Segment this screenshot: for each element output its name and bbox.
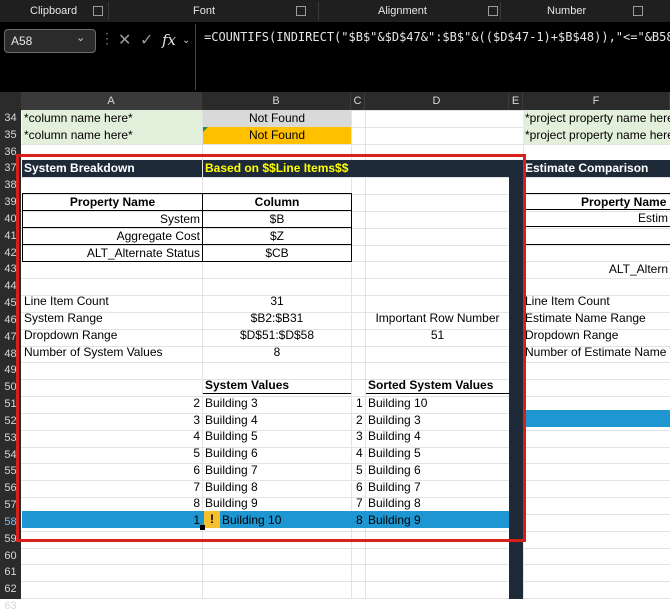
formula-input[interactable]: =COUNTIFS(INDIRECT("$B$"&$D$47&":$B$"&((… [195, 24, 670, 90]
ribbon-group-clipboard: Clipboard [30, 5, 78, 17]
cell-a34[interactable]: *column name here* [22, 110, 202, 127]
table-header-property-name-f[interactable]: Property Name [523, 193, 670, 210]
row-header-61[interactable]: 61 [0, 564, 21, 581]
ribbon-separator [318, 2, 319, 20]
cell-f34[interactable]: *project property name here [523, 110, 670, 127]
gridline [21, 547, 670, 549]
formula-buttons: ✕ ✓ fx ⌄ [112, 29, 192, 53]
row-header-60[interactable]: 60 [0, 548, 21, 565]
comment-indicator-icon [203, 127, 208, 132]
row-header-34[interactable]: 34 [0, 110, 21, 127]
cancel-icon[interactable]: ✕ [118, 30, 131, 50]
column-header-b[interactable]: B [202, 92, 351, 110]
column-header-d[interactable]: D [365, 92, 509, 110]
cell-f45[interactable]: Line Item Count [523, 293, 670, 310]
gridline [21, 564, 670, 566]
cell-f46[interactable]: Estimate Name Range [523, 310, 670, 327]
ribbon-separator [500, 2, 501, 20]
row-header-62[interactable]: 62 [0, 581, 21, 598]
cell-f48[interactable]: Number of Estimate Name T [523, 344, 670, 361]
ribbon-separator [108, 2, 109, 20]
table-border [523, 244, 670, 245]
cell-b34[interactable]: Not Found [203, 110, 351, 127]
column-header-c[interactable]: C [351, 92, 365, 110]
cell-f40[interactable]: Estim [523, 210, 670, 227]
column-header-a[interactable]: A [21, 92, 202, 110]
section-title-estimate-comparison[interactable]: Estimate Comparison [523, 160, 670, 177]
highlighted-row-f52[interactable] [523, 410, 670, 427]
chevron-down-icon[interactable]: ⌄ [76, 31, 85, 44]
alignment-launcher-icon[interactable] [488, 6, 498, 16]
insert-function-icon[interactable]: fx [162, 31, 176, 49]
highlight-frame [16, 154, 526, 542]
row-header-63[interactable]: 63 [0, 598, 21, 615]
number-launcher-icon[interactable] [633, 6, 643, 16]
cell-a35[interactable]: *column name here* [22, 127, 202, 144]
column-header-e[interactable]: E [509, 92, 523, 110]
enter-icon[interactable]: ✓ [140, 30, 153, 50]
ribbon-group-font: Font [193, 5, 216, 17]
font-launcher-icon[interactable] [296, 6, 306, 16]
ribbon-group-alignment: Alignment [378, 5, 427, 17]
cell-f43[interactable]: ALT_Altern [523, 261, 670, 278]
column-header-f[interactable]: F [523, 92, 670, 110]
cell-f47[interactable]: Dropdown Range [523, 327, 670, 344]
gridline [21, 581, 670, 583]
cell-f35[interactable]: *project property name here [523, 127, 670, 144]
chevron-down-icon[interactable]: ⌄ [182, 35, 190, 46]
ribbon-group-number: Number [547, 5, 587, 17]
clipboard-launcher-icon[interactable] [93, 6, 103, 16]
row-header-35[interactable]: 35 [0, 127, 21, 144]
cell-b35[interactable]: Not Found [203, 127, 351, 144]
